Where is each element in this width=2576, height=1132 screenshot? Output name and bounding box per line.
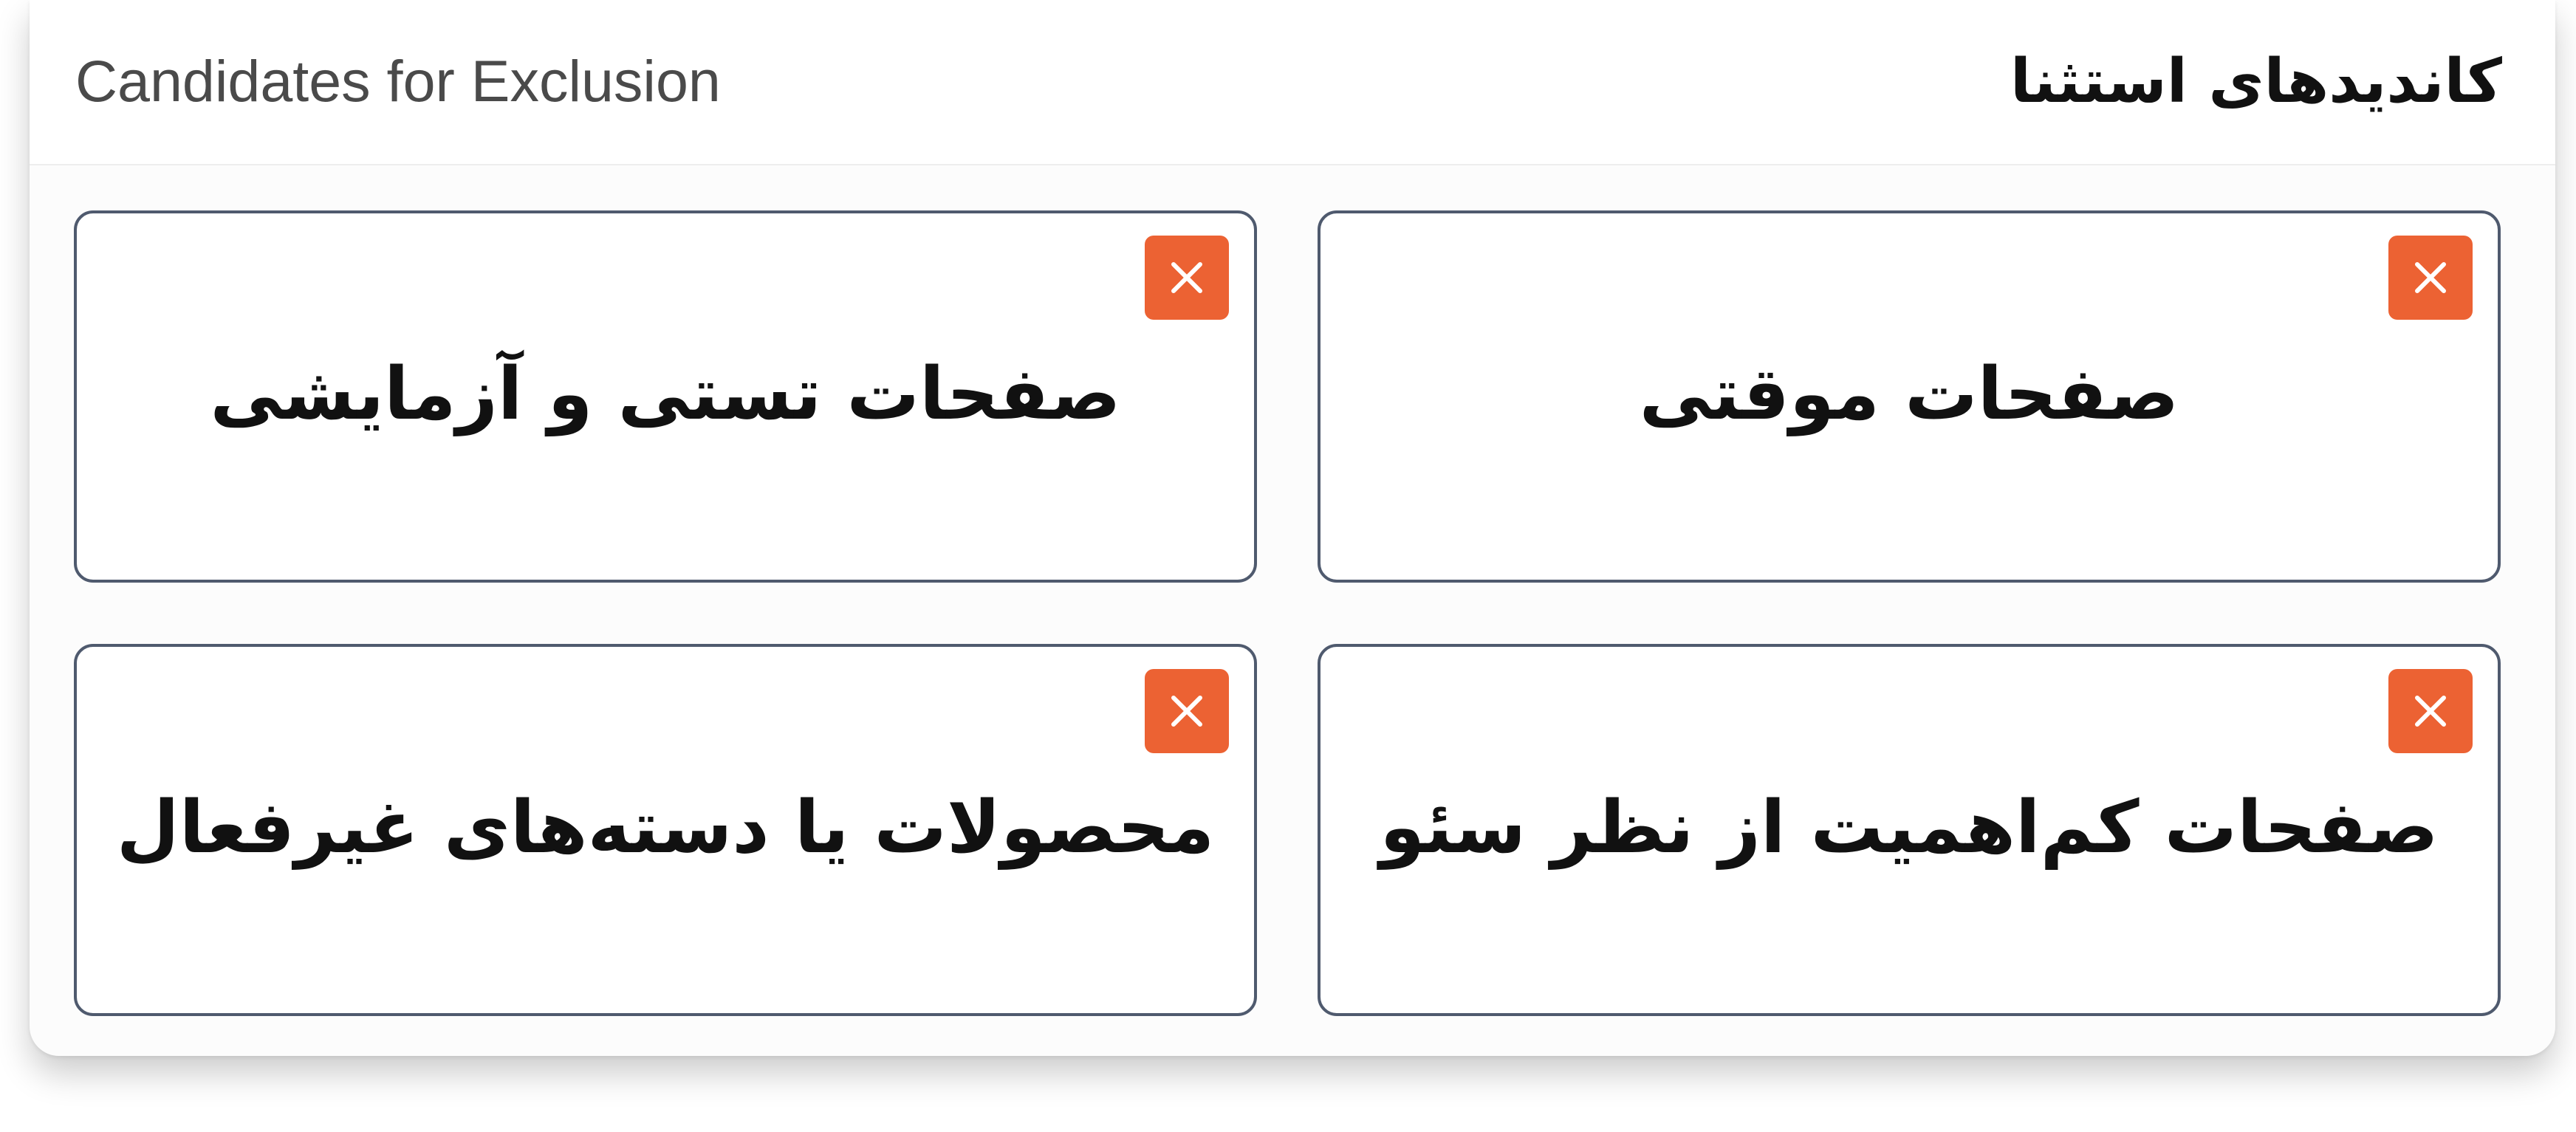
candidate-card-temporary-pages: صفحات موقتی: [1318, 210, 2501, 583]
candidate-card-inactive-products: محصولات یا دسته‌های غیرفعال: [74, 644, 1257, 1016]
close-icon: [1171, 262, 1202, 293]
candidate-card-test-pages: صفحات تستی و آزمایشی: [74, 210, 1257, 583]
page-title-persian: کاندیدهای استثنا: [2010, 47, 2502, 117]
close-icon: [1171, 696, 1202, 727]
card-label: محصولات یا دسته‌های غیرفعال: [116, 786, 1215, 870]
candidate-card-low-seo-pages: صفحات کم‌اهمیت از نظر سئو: [1318, 644, 2501, 1016]
close-icon: [2415, 696, 2446, 727]
page-title-english: Candidates for Exclusion: [75, 48, 721, 114]
close-icon: [2415, 262, 2446, 293]
exclusion-candidates-panel: Candidates for Exclusion کاندیدهای استثن…: [30, 0, 2555, 1056]
remove-button[interactable]: [1145, 669, 1229, 753]
remove-button[interactable]: [1145, 236, 1229, 320]
panel-header: Candidates for Exclusion کاندیدهای استثن…: [30, 0, 2555, 165]
card-label: صفحات تستی و آزمایشی: [210, 352, 1121, 436]
card-label: صفحات موقتی: [1639, 352, 2179, 436]
card-label: صفحات کم‌اهمیت از نظر سئو: [1380, 786, 2439, 870]
remove-button[interactable]: [2388, 236, 2473, 320]
remove-button[interactable]: [2388, 669, 2473, 753]
